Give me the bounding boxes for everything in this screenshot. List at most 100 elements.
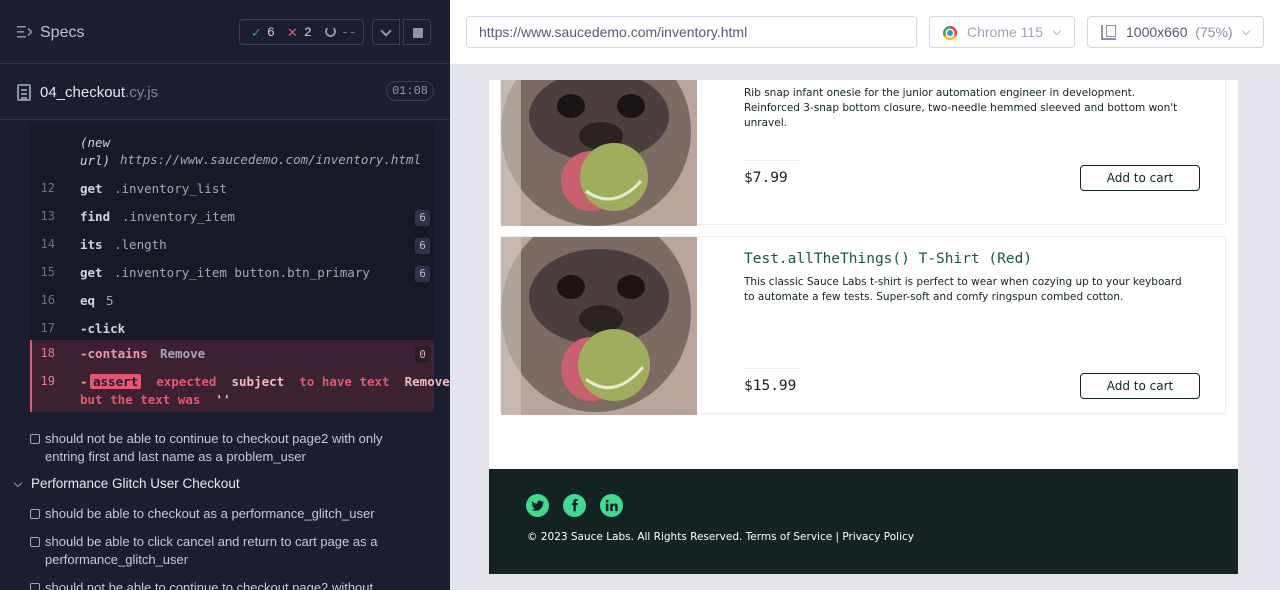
test-item[interactable]: should be able to checkout as a performa… — [30, 505, 430, 523]
test-status-icon — [30, 434, 40, 444]
command-message: .inventory_list — [114, 181, 227, 196]
viewport-scale: (75%) — [1195, 24, 1233, 40]
element-count-badge: 6 — [415, 210, 430, 226]
specs-header: Specs ✓ 6 ✕ 2 -- — [0, 0, 450, 64]
chevron-down-icon — [1052, 26, 1062, 36]
spec-file-name[interactable]: 04_checkout.cy.js — [40, 84, 158, 101]
command-row[interactable]: 12 get .inventory_list — [30, 176, 434, 204]
ruler-icon — [1101, 25, 1116, 40]
command-row[interactable]: 17 -click — [30, 316, 434, 340]
command-name: get — [80, 265, 103, 280]
assert-but-text: but the text was — [80, 392, 201, 407]
price-divider — [744, 368, 800, 369]
reporter-panel: Specs ✓ 6 ✕ 2 -- 04_checkout.cy.js 01:08… — [0, 0, 450, 590]
spec-file-header: 04_checkout.cy.js 01:08 — [0, 65, 450, 120]
browser-selector[interactable]: Chrome 115 — [929, 16, 1075, 48]
command-row-failed[interactable]: 18 -contains Remove 0 — [30, 340, 434, 368]
facebook-icon[interactable] — [563, 494, 586, 517]
suite-title: Performance Glitch User Checkout — [31, 476, 240, 491]
command-number: 19 — [40, 374, 55, 388]
specs-title[interactable]: Specs — [40, 24, 84, 42]
assertion-message: assert expected subject to have text Rem… — [90, 374, 450, 389]
chevron-down-icon — [1241, 26, 1251, 36]
add-to-cart-button[interactable]: Add to cart — [1080, 373, 1200, 399]
test-item[interactable]: should not be able to continue to checko… — [30, 430, 430, 466]
command-number: 17 — [40, 321, 55, 335]
aut-header: https://www.saucedemo.com/inventory.html… — [450, 0, 1280, 64]
command-row[interactable]: 16 eq 5 — [30, 288, 434, 316]
command-number: 14 — [40, 237, 55, 251]
product-image[interactable] — [501, 80, 697, 226]
product-description: Rib snap infant onesie for the junior au… — [744, 87, 1178, 129]
spec-duration: 01:08 — [386, 81, 434, 101]
command-name: eq — [80, 293, 96, 308]
x-icon: ✕ — [287, 25, 298, 40]
command-name: -contains — [80, 346, 148, 361]
command-name: - — [80, 374, 88, 389]
test-item[interactable]: should not be able to continue to checko… — [30, 579, 430, 590]
command-number: 12 — [40, 181, 55, 195]
passed-count: 6 — [267, 25, 275, 40]
product-name-link[interactable]: Test.allTheThings() T-Shirt (Red) — [744, 251, 1032, 267]
chevron-down-icon — [13, 478, 23, 488]
command-name: its — [80, 237, 103, 252]
command-name: get — [80, 181, 103, 196]
command-number: 18 — [40, 346, 55, 360]
chrome-icon — [943, 26, 957, 40]
browser-label: Chrome 115 — [967, 24, 1044, 40]
product-price: $15.99 — [744, 378, 797, 394]
test-title: should not be able to continue to checko… — [45, 431, 383, 464]
assert-expected: expected — [156, 374, 217, 389]
command-log: (new url) https://www.saucedemo.com/inve… — [30, 124, 450, 412]
command-message: .inventory_item — [122, 209, 235, 224]
stop-button[interactable] — [403, 19, 431, 45]
assert-actual: '' — [215, 392, 231, 407]
spec-file-ext: .cy.js — [125, 84, 159, 101]
element-count-badge: 0 — [415, 347, 430, 363]
assert-subject: subject — [231, 374, 285, 389]
test-status-icon — [30, 583, 40, 590]
command-number: 15 — [40, 265, 55, 279]
command-name: (new url) — [80, 135, 111, 168]
chevron-down-icon — [380, 25, 392, 37]
command-message: Remove — [160, 346, 206, 361]
test-title: should not be able to continue to checko… — [45, 580, 374, 590]
twitter-icon[interactable] — [526, 494, 549, 517]
test-status-icon — [30, 509, 40, 519]
command-row[interactable]: (new url) https://www.saucedemo.com/inve… — [30, 132, 434, 176]
inventory-item: Test.allTheThings() T-Shirt (Red) This c… — [500, 236, 1226, 415]
linkedin-icon[interactable] — [600, 494, 623, 517]
pending-spinner-icon — [325, 26, 336, 37]
footer-copyright: © 2023 Sauce Labs. All Rights Reserved. … — [527, 531, 914, 543]
command-row-failed-assert[interactable]: 19 - assert expected subject to have tex… — [30, 368, 450, 412]
site-footer: © 2023 Sauce Labs. All Rights Reserved. … — [489, 469, 1238, 574]
pending-count: -- — [341, 25, 357, 40]
test-title: should be able to click cancel and retur… — [45, 534, 378, 567]
failure-indicator — [30, 340, 32, 412]
viewport-label: 1000x660 (75%) — [1126, 24, 1233, 40]
command-message: 5 — [106, 293, 114, 308]
options-dropdown-button[interactable] — [372, 19, 400, 45]
add-to-cart-button[interactable]: Add to cart — [1080, 165, 1200, 191]
command-row[interactable]: 13 find .inventory_item 6 — [30, 204, 434, 232]
command-row[interactable]: 14 its .length 6 — [30, 232, 434, 260]
command-name: find — [80, 209, 111, 224]
check-icon: ✓ — [251, 25, 262, 40]
test-title: should be able to checkout as a performa… — [45, 506, 375, 521]
viewport-selector[interactable]: 1000x660 (75%) — [1087, 16, 1264, 48]
assertion-message-line2: but the text was '' — [80, 392, 231, 407]
command-name: -click — [80, 321, 126, 336]
element-count-badge: 6 — [415, 266, 430, 282]
specs-list-icon[interactable] — [17, 25, 33, 39]
failed-count: 2 — [304, 25, 312, 40]
assert-value: Remove — [404, 374, 450, 389]
command-number: 13 — [40, 209, 55, 223]
test-stats: ✓ 6 ✕ 2 -- — [239, 19, 364, 45]
test-status-icon — [30, 537, 40, 547]
url-bar[interactable]: https://www.saucedemo.com/inventory.html — [466, 16, 917, 48]
cypress-runner: Specs ✓ 6 ✕ 2 -- 04_checkout.cy.js 01:08… — [0, 0, 1280, 590]
app-under-test-panel: https://www.saucedemo.com/inventory.html… — [450, 0, 1280, 590]
test-item[interactable]: should be able to click cancel and retur… — [30, 533, 430, 569]
product-image[interactable] — [501, 237, 697, 415]
command-row[interactable]: 15 get .inventory_item button.btn_primar… — [30, 260, 434, 288]
